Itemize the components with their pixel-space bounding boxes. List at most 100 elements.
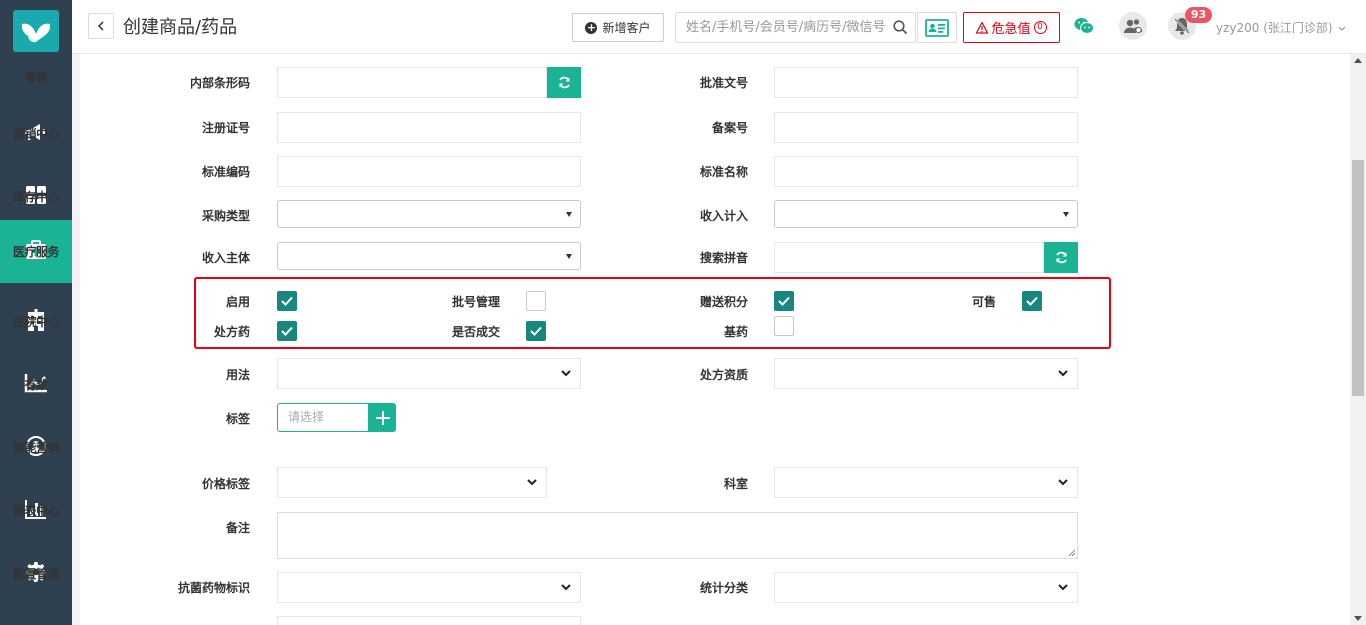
rx-qualification-select[interactable] bbox=[774, 358, 1078, 389]
dropdown-arrow-icon bbox=[1063, 212, 1069, 217]
scroll-up-arrow-icon[interactable] bbox=[1354, 58, 1362, 63]
sidebar-item-label: 营销中心 bbox=[12, 127, 60, 141]
top-header: 创建商品/药品 + 新增客户 危急值 0 93 yzy200 (张江门诊部) bbox=[72, 0, 1366, 54]
search-icon[interactable] bbox=[893, 20, 908, 38]
prescription-checkbox[interactable] bbox=[277, 321, 297, 341]
chevron-down-icon bbox=[1058, 584, 1068, 591]
registration-no-input[interactable] bbox=[277, 112, 581, 143]
enable-label: 启用 bbox=[225, 295, 250, 309]
refresh-icon bbox=[1055, 251, 1067, 264]
sidebar-item-label: 库存中心 bbox=[12, 190, 60, 204]
batch-mgmt-label: 批号管理 bbox=[451, 295, 500, 309]
stat-category-select[interactable] bbox=[774, 572, 1078, 603]
page-scrollbar[interactable] bbox=[1350, 54, 1366, 625]
sidebar-item-retail[interactable]: 零售 bbox=[0, 54, 72, 92]
sidebar-item-label: 配置管理 bbox=[12, 567, 60, 581]
page-title: 创建商品/药品 bbox=[123, 17, 238, 38]
essential-drug-label: 基药 bbox=[723, 325, 748, 339]
chevron-down-icon bbox=[1338, 26, 1346, 31]
record-no-input[interactable] bbox=[774, 112, 1078, 143]
deal-checkbox[interactable] bbox=[526, 321, 546, 341]
sidebar-item-label: 住院中心 bbox=[12, 315, 60, 329]
add-customer-button[interactable]: + 新增客户 bbox=[572, 13, 664, 42]
search-pinyin-input[interactable] bbox=[774, 242, 1044, 273]
remark-textarea[interactable] bbox=[277, 512, 1078, 559]
sidebar-item-config[interactable]: 配置管理 bbox=[0, 542, 72, 605]
sellable-checkbox[interactable] bbox=[1022, 291, 1042, 311]
id-card-icon bbox=[925, 18, 949, 37]
sidebar-item-youshu[interactable]: 有数 bbox=[0, 353, 72, 416]
refresh-pinyin-button[interactable] bbox=[1044, 242, 1078, 273]
add-tag-button[interactable] bbox=[369, 403, 396, 432]
internal-barcode-label: 内部条形码 bbox=[189, 76, 250, 90]
sidebar-item-label: 报表中心 bbox=[12, 504, 60, 518]
standard-code-label: 标准编码 bbox=[201, 165, 250, 179]
standard-name-label: 标准名称 bbox=[699, 165, 748, 179]
sidebar-item-inpatient[interactable]: 住院中心 bbox=[0, 290, 72, 353]
scroll-down-arrow-icon[interactable] bbox=[1354, 616, 1362, 621]
users-icon[interactable] bbox=[1119, 12, 1147, 40]
next-row-input[interactable] bbox=[277, 616, 581, 625]
sidebar-item-smart-marketing[interactable]: 智能营销 bbox=[0, 416, 72, 479]
prescription-label: 处方药 bbox=[213, 325, 250, 339]
income-subject-label: 收入主体 bbox=[201, 251, 250, 265]
chevron-down-icon bbox=[527, 479, 537, 486]
critical-value-button[interactable]: 危急值 0 bbox=[963, 12, 1060, 43]
usage-select[interactable] bbox=[277, 358, 581, 389]
standard-name-input[interactable] bbox=[774, 156, 1078, 187]
back-button[interactable] bbox=[88, 13, 114, 39]
sidebar-item-medical[interactable]: 医疗服务 bbox=[0, 220, 72, 283]
resize-grip-icon bbox=[1068, 549, 1076, 557]
usage-label: 用法 bbox=[225, 368, 250, 382]
checkmark-icon bbox=[530, 326, 542, 336]
antibacterial-label: 抗菌药物标识 bbox=[177, 581, 250, 595]
internal-barcode-input[interactable] bbox=[277, 67, 547, 98]
scrollbar-thumb[interactable] bbox=[1352, 160, 1364, 396]
price-tag-select[interactable] bbox=[277, 467, 547, 498]
sidebar-item-inventory[interactable]: 库存中心 bbox=[0, 165, 72, 228]
checkmark-icon bbox=[281, 296, 293, 306]
add-customer-label: 新增客户 bbox=[602, 21, 651, 35]
registration-no-label: 注册证号 bbox=[201, 121, 250, 135]
income-account-label: 收入计入 bbox=[699, 209, 748, 223]
sidebar-item-marketing[interactable]: 营销中心 bbox=[0, 102, 72, 165]
product-form: 内部条形码 批准文号 注册证号 备案号 标准编码 标准名称 采购类型 收入计入 … bbox=[80, 54, 1350, 625]
user-menu[interactable]: yzy200 (张江门诊部) bbox=[1216, 19, 1346, 36]
income-account-select[interactable] bbox=[774, 200, 1078, 228]
refresh-icon bbox=[558, 76, 570, 89]
search-input[interactable] bbox=[676, 13, 888, 42]
purchase-type-label: 采购类型 bbox=[201, 209, 250, 223]
sellable-label: 可售 bbox=[971, 295, 996, 309]
sidebar-item-label: 零售 bbox=[24, 71, 48, 85]
record-no-label: 备案号 bbox=[711, 121, 748, 135]
antibacterial-select[interactable] bbox=[277, 572, 581, 603]
enable-checkbox[interactable] bbox=[277, 291, 297, 311]
wechat-icon[interactable] bbox=[1074, 17, 1094, 38]
sidebar-item-reports[interactable]: 报表中心 bbox=[0, 479, 72, 542]
plus-circle-icon: + bbox=[585, 20, 598, 34]
critical-value-count: 0 bbox=[1033, 21, 1047, 34]
deal-label: 是否成交 bbox=[451, 325, 500, 339]
logo[interactable] bbox=[13, 10, 59, 52]
income-subject-select[interactable] bbox=[277, 242, 581, 270]
remark-label: 备注 bbox=[225, 521, 250, 535]
refresh-barcode-button[interactable] bbox=[547, 67, 581, 98]
department-select[interactable] bbox=[774, 467, 1078, 498]
chevron-down-icon bbox=[1058, 370, 1068, 377]
purchase-type-select[interactable] bbox=[277, 200, 581, 228]
chevron-left-icon bbox=[97, 21, 104, 31]
gift-points-checkbox[interactable] bbox=[774, 291, 794, 311]
standard-code-input[interactable] bbox=[277, 156, 581, 187]
id-card-button[interactable] bbox=[917, 12, 957, 43]
chevron-down-icon bbox=[561, 370, 571, 377]
user-name: yzy200 (张江门诊部) bbox=[1216, 21, 1333, 35]
tags-input[interactable]: 请选择 bbox=[277, 403, 369, 432]
gift-points-label: 赠送积分 bbox=[699, 295, 748, 309]
sidebar-item-label: 医疗服务 bbox=[12, 245, 60, 259]
search-box bbox=[675, 12, 916, 43]
batch-mgmt-checkbox[interactable] bbox=[526, 291, 546, 311]
essential-drug-checkbox[interactable] bbox=[774, 316, 794, 336]
rx-qualification-label: 处方资质 bbox=[699, 368, 748, 382]
approval-no-input[interactable] bbox=[774, 67, 1078, 98]
dropdown-arrow-icon bbox=[566, 254, 572, 259]
